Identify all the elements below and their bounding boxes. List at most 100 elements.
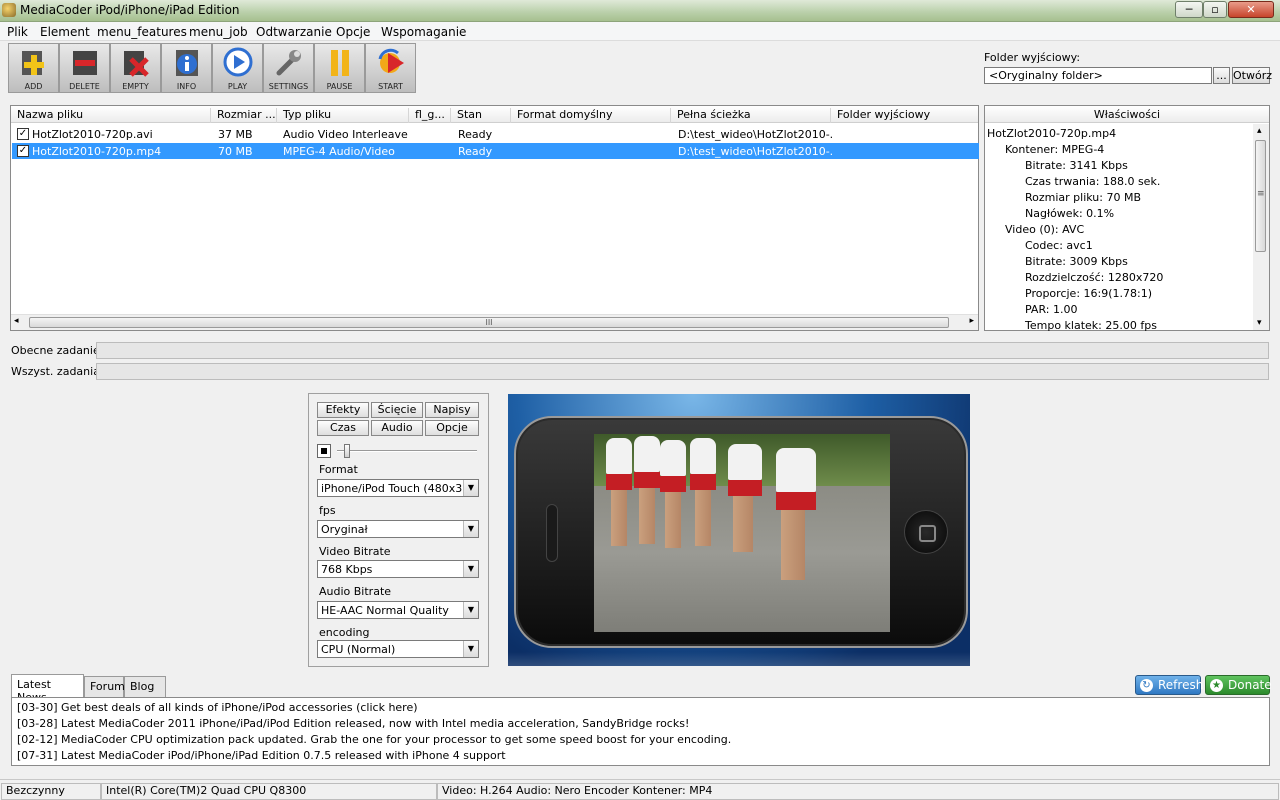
menu-features[interactable]: menu_features — [97, 25, 187, 39]
empty-button[interactable]: EMPTY — [110, 43, 161, 93]
refresh-label: Refresh — [1158, 678, 1204, 692]
empty-label: EMPTY — [122, 82, 149, 91]
close-button[interactable]: ✕ — [1228, 1, 1274, 18]
list-item[interactable]: [02-12] MediaCoder CPU optimization pack… — [17, 733, 731, 746]
format-label: Format — [319, 463, 358, 476]
tab-audio[interactable]: Audio — [371, 420, 423, 436]
menu-bar: Plik Element menu_features menu_job Odtw… — [0, 22, 1280, 41]
current-task-label: Obecne zadanie — [11, 344, 100, 357]
refresh-button[interactable]: ↻ Refresh — [1135, 675, 1204, 695]
add-icon — [22, 51, 44, 75]
delete-button[interactable]: DELETE — [59, 43, 110, 93]
open-folder-button[interactable]: Otwórz — [1232, 67, 1272, 84]
tab-crop[interactable]: Ścięcie — [371, 402, 423, 418]
start-button[interactable]: START — [365, 43, 416, 93]
output-folder-input[interactable]: <Oryginalny folder> — [984, 67, 1212, 84]
col-fl-g[interactable]: fl_g... — [409, 108, 451, 123]
status-cpu: Intel(R) Core(TM)2 Quad CPU Q8300 — [101, 783, 437, 800]
wrench-icon — [276, 50, 301, 76]
scroll-grip: ≡ — [1257, 189, 1265, 199]
menu-job[interactable]: menu_job — [189, 25, 248, 39]
scroll-up-arrow[interactable]: ▴ — [1257, 126, 1262, 136]
scroll-right-arrow[interactable]: ▸ — [969, 316, 974, 326]
menu-element[interactable]: Element — [40, 25, 90, 39]
prop-bitrate: Bitrate: 3141 Kbps — [1025, 159, 1128, 172]
preview-figure — [728, 444, 762, 552]
preview-figure — [634, 436, 660, 544]
tab-time[interactable]: Czas — [317, 420, 369, 436]
settings-button[interactable]: SETTINGS — [263, 43, 314, 93]
window-title: MediaCoder iPod/iPhone/iPad Edition — [20, 3, 240, 17]
donate-button[interactable]: ★ Donate — [1205, 675, 1272, 695]
info-button[interactable]: INFO — [161, 43, 212, 93]
refresh-icon: ↻ — [1140, 679, 1153, 692]
settings-label: SETTINGS — [268, 82, 309, 91]
tab-blog[interactable]: Blog — [124, 676, 166, 697]
tab-forum[interactable]: Forum — [84, 676, 125, 697]
tab-subtitles[interactable]: Napisy — [425, 402, 479, 418]
scroll-left-arrow[interactable]: ◂ — [14, 316, 19, 326]
chevron-down-icon[interactable]: ▼ — [463, 480, 478, 496]
minimize-button[interactable]: ─ — [1175, 1, 1203, 18]
donate-label: Donate — [1228, 678, 1272, 692]
list-item[interactable]: [03-28] Latest MediaCoder 2011 iPhone/iP… — [17, 717, 689, 730]
col-state[interactable]: Stan — [451, 108, 511, 123]
row-size: 37 MB — [218, 128, 253, 141]
menu-wspomaganie[interactable]: Wspomaganie — [381, 25, 466, 39]
col-file-type[interactable]: Typ pliku — [277, 108, 409, 123]
prop-duration: Czas trwania: 188.0 sek. — [1025, 175, 1161, 188]
chevron-down-icon[interactable]: ▼ — [463, 561, 478, 577]
current-task-progress — [96, 342, 1269, 359]
preview-slider-track[interactable] — [337, 450, 477, 452]
menu-plik[interactable]: Plik — [7, 25, 28, 39]
encoding-label: encoding — [319, 626, 370, 639]
chevron-down-icon[interactable]: ▼ — [463, 602, 478, 618]
format-value: iPhone/iPod Touch (480x320) — [321, 482, 479, 495]
table-row[interactable]: ✓ HotZlot2010-720p.avi 37 MB Audio Video… — [12, 126, 979, 142]
list-item[interactable]: [03-30] Get best deals of all kinds of i… — [17, 701, 418, 714]
tab-latest-news[interactable]: Latest News — [11, 674, 84, 704]
row-checkbox[interactable]: ✓ — [17, 128, 29, 140]
menu-opcje[interactable]: Opcje — [336, 25, 370, 39]
tab-effects[interactable]: Efekty — [317, 402, 369, 418]
preview-reflection — [508, 652, 970, 666]
prop-container: Kontener: MPEG-4 — [1005, 143, 1105, 156]
pause-button[interactable]: PAUSE — [314, 43, 365, 93]
col-size[interactable]: Rozmiar ... — [211, 108, 277, 123]
stop-preview-button[interactable] — [317, 444, 331, 458]
menu-odtwarzanie[interactable]: Odtwarzanie — [256, 25, 332, 39]
scroll-thumb[interactable]: ≡ — [1255, 140, 1266, 252]
row-checkbox[interactable]: ✓ — [17, 145, 29, 157]
properties-vscrollbar[interactable]: ▴ ≡ ▾ — [1253, 124, 1269, 330]
row-state: Ready — [458, 145, 493, 158]
col-file-name[interactable]: Nazwa pliku — [11, 108, 211, 123]
scroll-down-arrow[interactable]: ▾ — [1257, 318, 1262, 328]
preview-slider-thumb[interactable] — [344, 444, 350, 458]
table-row[interactable]: ✓ HotZlot2010-720p.mp4 70 MB MPEG-4 Audi… — [12, 143, 979, 159]
file-list-hscrollbar[interactable]: ◂ III ▸ — [11, 314, 978, 330]
row-state: Ready — [458, 128, 493, 141]
row-size: 70 MB — [218, 145, 253, 158]
fps-select[interactable]: Oryginał ▼ — [317, 520, 479, 538]
video-bitrate-select[interactable]: 768 Kbps ▼ — [317, 560, 479, 578]
phone-speaker — [546, 504, 558, 562]
file-list-header: Nazwa pliku Rozmiar ... Typ pliku fl_g..… — [11, 106, 978, 123]
format-select[interactable]: iPhone/iPod Touch (480x320) ▼ — [317, 479, 479, 497]
phone-home-button — [904, 510, 948, 554]
col-default-format[interactable]: Format domyślny — [511, 108, 671, 123]
col-output-folder[interactable]: Folder wyjściowy — [831, 108, 979, 123]
star-icon: ★ — [1210, 679, 1223, 692]
maximize-button[interactable]: ▫ — [1203, 1, 1227, 18]
list-item[interactable]: [07-31] Latest MediaCoder iPod/iPhone/iP… — [17, 749, 506, 762]
browse-button[interactable]: ... — [1213, 67, 1230, 84]
delete-icon — [73, 51, 97, 75]
col-full-path[interactable]: Pełna ścieżka — [671, 108, 831, 123]
chevron-down-icon[interactable]: ▼ — [463, 641, 478, 657]
chevron-down-icon[interactable]: ▼ — [463, 521, 478, 537]
encoding-select[interactable]: CPU (Normal) ▼ — [317, 640, 479, 658]
scroll-thumb[interactable]: III — [29, 317, 949, 328]
audio-bitrate-select[interactable]: HE-AAC Normal Quality ▼ — [317, 601, 479, 619]
add-button[interactable]: ADD — [8, 43, 59, 93]
play-button[interactable]: PLAY — [212, 43, 263, 93]
tab-options[interactable]: Opcje — [425, 420, 479, 436]
